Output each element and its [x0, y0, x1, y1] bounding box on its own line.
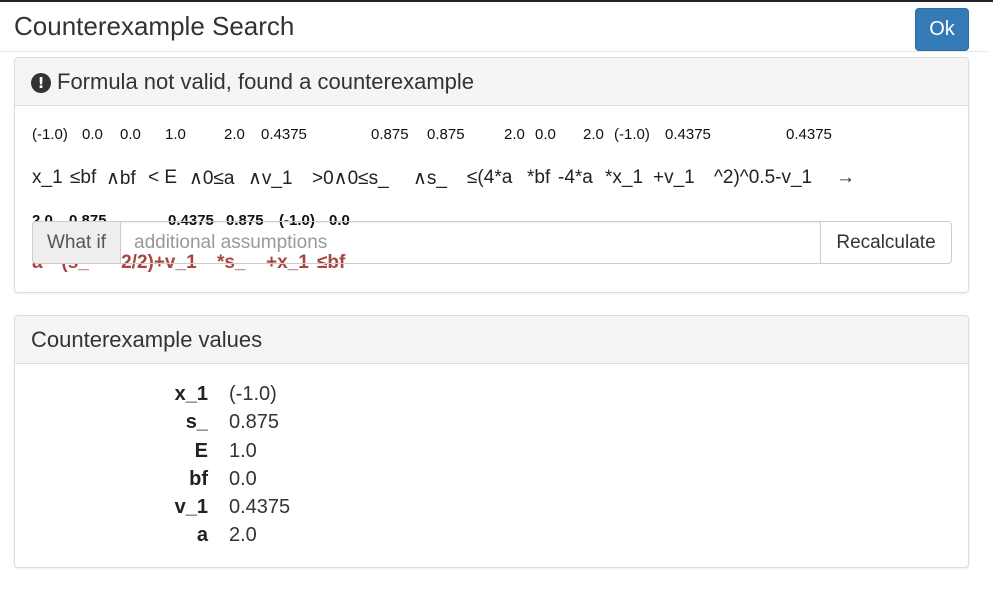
recalculate-button[interactable]: Recalculate	[820, 221, 952, 264]
value-row: a 2.0	[15, 521, 968, 549]
antecedent-term: ∧0≤a	[189, 168, 235, 189]
value-row: s_ 0.875	[15, 408, 968, 436]
antecedent-term: →	[836, 167, 855, 188]
variable-value: 0.0	[229, 467, 257, 490]
antecedent-term: ≤bf	[70, 167, 97, 188]
antecedent-value: 0.0	[120, 126, 141, 143]
antecedent-value: 0.0	[82, 126, 103, 143]
variable-value: 0.4375	[229, 496, 291, 519]
value-row: x_1 (-1.0)	[15, 380, 968, 408]
exclamation-circle-icon: !	[31, 73, 51, 93]
variable-name: s_	[185, 411, 208, 434]
variable-name: a	[196, 524, 208, 547]
dialog-header: Counterexample Search Ok	[0, 2, 987, 52]
antecedent-term: x_1	[32, 167, 63, 188]
antecedent-value: 0.875	[371, 126, 409, 143]
antecedent-value: 2.0	[583, 126, 604, 143]
variable-name: E	[194, 439, 208, 462]
value-row: bf 0.0	[15, 465, 968, 493]
antecedent-value: 0.875	[427, 126, 465, 143]
antecedent-term: < E	[148, 167, 178, 188]
antecedent-values-row: (-1.0) 0.0 0.0 1.0 2.0 0.4375 0.875 0.875 2.0 0.0…	[32, 126, 952, 147]
variable-value: (-1.0)	[229, 383, 277, 405]
antecedent-term: *x_1	[605, 167, 644, 188]
formula-display: (-1.0) 0.0 0.0 1.0 2.0 0.4375 0.875 0.875 2.0 0.0…	[32, 126, 952, 273]
variable-value: 2.0	[229, 524, 257, 547]
antecedent-value: 2.0	[504, 126, 525, 143]
variable-name: x_1	[174, 383, 208, 405]
variable-name: v_1	[174, 496, 208, 519]
variable-value: 0.875	[229, 411, 280, 434]
ok-button[interactable]: Ok	[915, 8, 969, 51]
antecedent-value: 0.4375	[261, 126, 307, 143]
antecedent-value: 0.4375	[786, 126, 832, 143]
assumptions-input[interactable]: additional assumptions	[121, 221, 821, 264]
antecedent-value: 1.0	[165, 126, 186, 143]
values-table: x_1 (-1.0) s_ 0.875 E 1.0 bf 0.0 v_1 0.4375 a 2.0	[15, 380, 968, 550]
antecedent-value: (-1.0)	[32, 126, 68, 143]
antecedent-value: 0.0	[535, 126, 556, 143]
counterexample-values-panel: Counterexample values x_1 (-1.0) s_ 0.875 E 1…	[14, 315, 969, 568]
antecedent-term: ^2)^0.5-v_1	[714, 167, 813, 188]
antecedent-term: -4*a	[558, 167, 593, 188]
value-row: v_1 0.4375	[15, 493, 968, 521]
what-if-label: What if	[32, 221, 121, 264]
value-row: E 1.0	[15, 437, 968, 465]
antecedent-value: 0.4375	[665, 126, 711, 143]
antecedent-term: ≤(4*a	[467, 167, 513, 188]
antecedent-term: ∧bf	[106, 168, 136, 189]
antecedent-value: (-1.0)	[614, 126, 650, 143]
counterexample-panel: ! Formula not valid, found a counterexamp…	[14, 57, 969, 293]
antecedent-value: 2.0	[224, 126, 245, 143]
antecedent-term: +v_1	[653, 167, 695, 188]
values-panel-heading: Counterexample values	[15, 316, 968, 364]
what-if-group: What if additional assumptions Recalcula…	[32, 221, 952, 264]
counterexample-panel-heading: ! Formula not valid, found a counterexamp…	[15, 58, 968, 106]
dialog-title: Counterexample Search	[14, 11, 295, 41]
antecedent-term: >0∧0≤s_	[312, 168, 389, 189]
variable-value: 1.0	[229, 439, 257, 462]
counterexample-heading-text: Formula not valid, found a counterexampl…	[57, 69, 475, 94]
antecedent-term: ∧v_1	[248, 168, 293, 189]
antecedent-formula-row: x_1 ≤bf ∧bf < E ∧0≤a ∧v_1 >0∧0≤s_ ∧s_ ≤(4*a *bf -4…	[32, 167, 952, 189]
antecedent-term: *bf	[527, 167, 551, 188]
antecedent-term: ∧s_	[413, 168, 447, 189]
variable-name: bf	[189, 467, 208, 490]
